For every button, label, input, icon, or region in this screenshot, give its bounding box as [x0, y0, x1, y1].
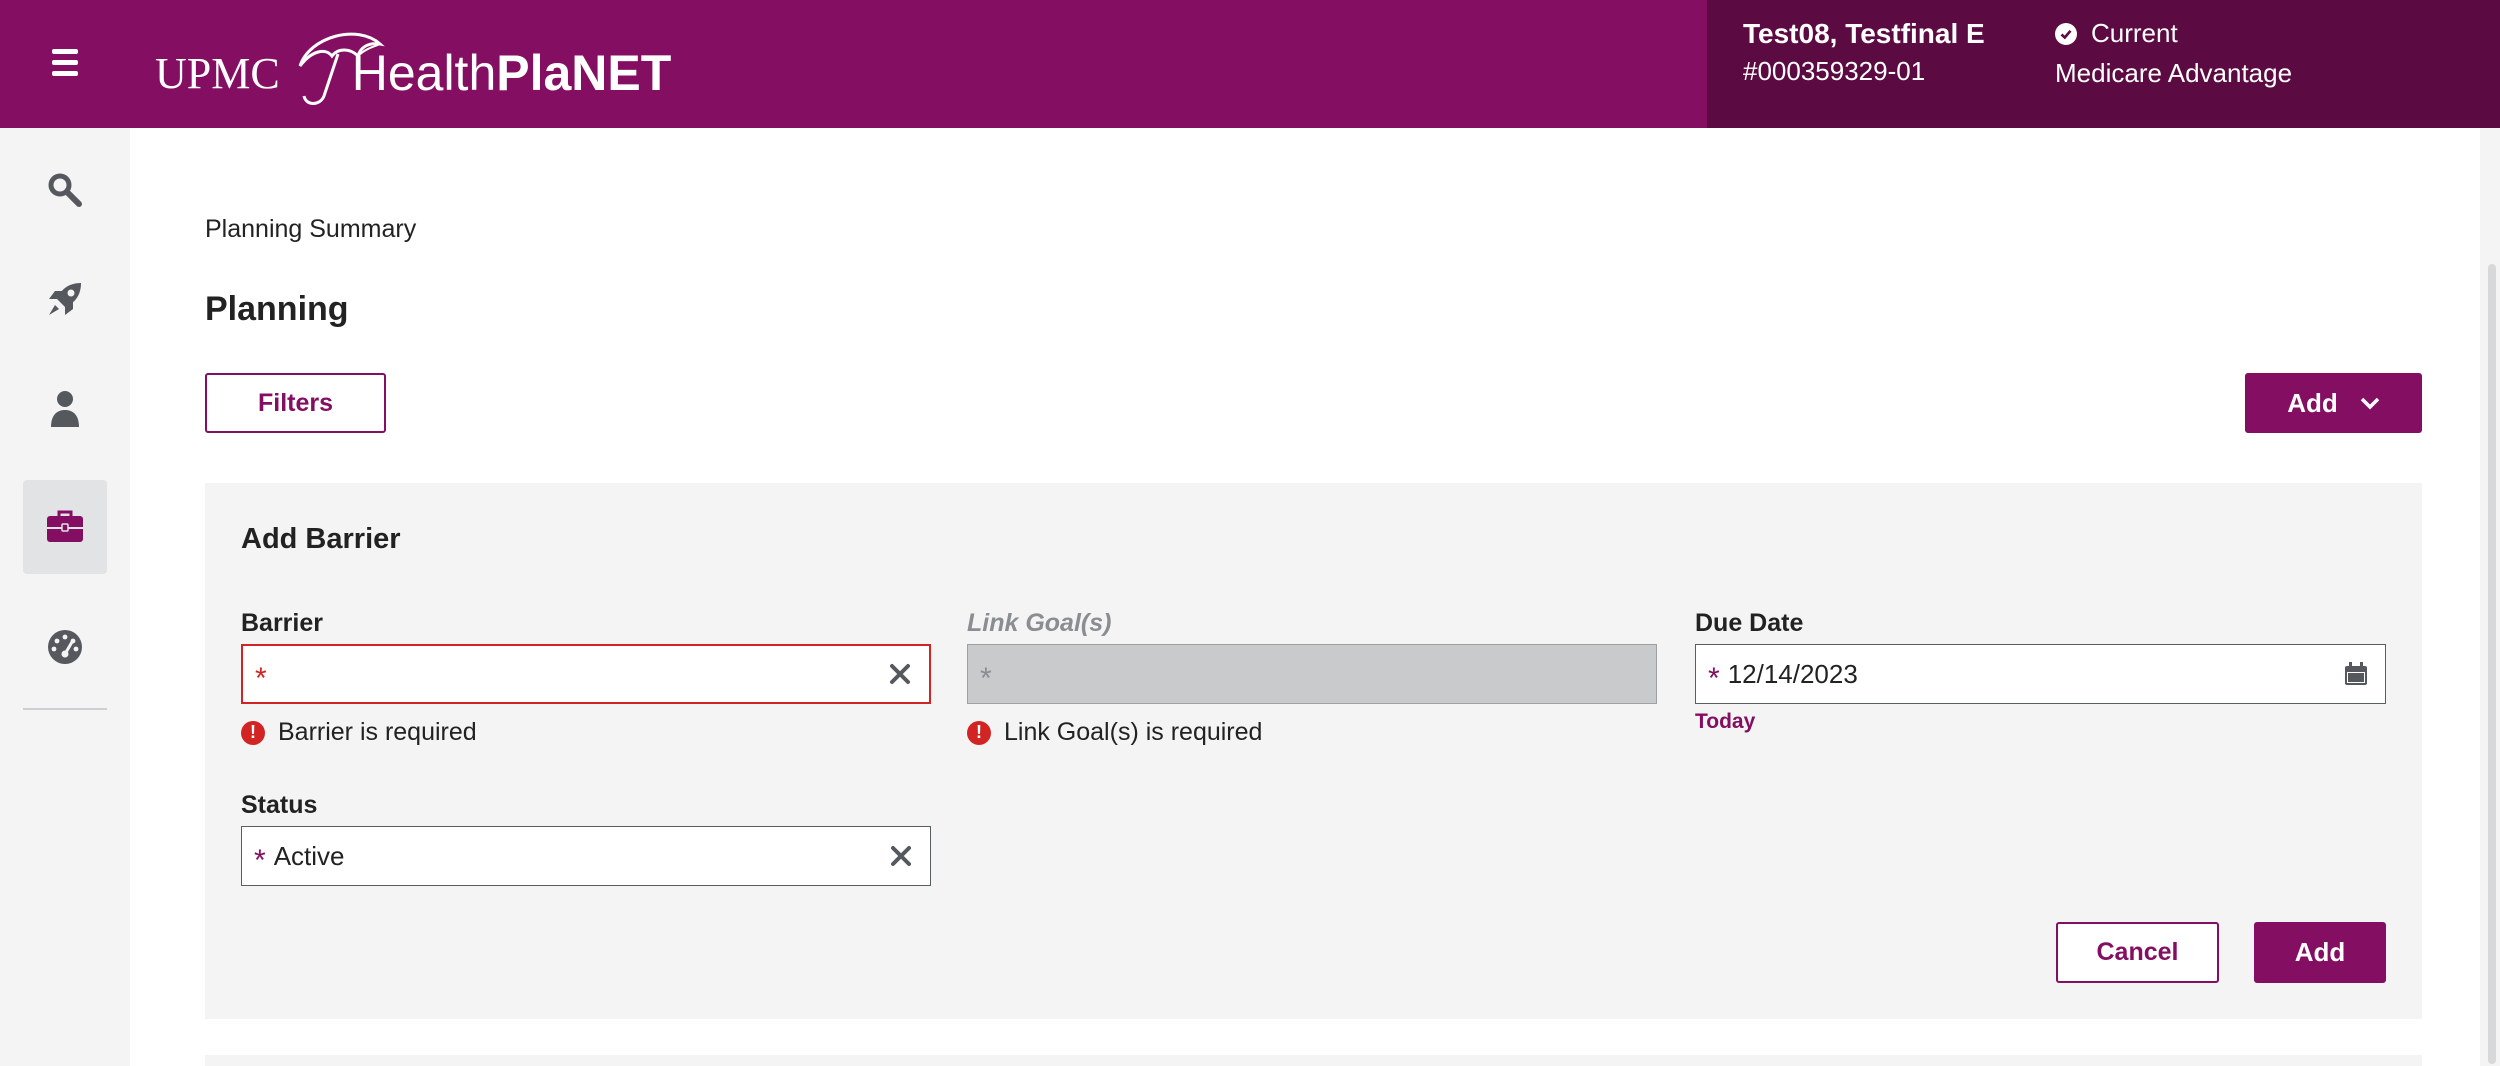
required-asterisk: * [1708, 662, 1720, 695]
sidebar-item-search[interactable] [23, 143, 107, 237]
barrier-error-text: Barrier is required [278, 718, 477, 746]
add-barrier-submit-button[interactable]: Add [2254, 922, 2386, 983]
error-icon: ! [967, 720, 991, 745]
barrier-field[interactable]: * [241, 644, 931, 704]
logo-health-text: Health [351, 45, 497, 101]
add-dropdown-label: Add [2287, 387, 2338, 418]
scrollbar-thumb[interactable] [2488, 264, 2496, 1064]
filters-button[interactable]: Filters [205, 373, 386, 433]
status-field[interactable]: * Active [241, 826, 931, 886]
logo-planet-text: PlaNET [496, 45, 672, 101]
member-info-panel: Test08, Testfinal E #000359329-01 Curren… [1707, 0, 2500, 128]
dashboard-gauge-icon [48, 630, 82, 664]
due-date-value[interactable]: 12/14/2023 [1728, 659, 2331, 690]
sidebar-item-care-management[interactable] [23, 480, 107, 574]
app-header: UPMC Health PlaNET Test08, Testfinal E #… [0, 0, 2500, 128]
person-icon [51, 391, 79, 427]
link-goals-error-text: Link Goal(s) is required [1004, 718, 1263, 746]
required-asterisk: * [980, 662, 992, 695]
page-title: Planning [205, 290, 349, 328]
rocket-icon [49, 283, 81, 315]
sidebar-nav [0, 128, 130, 1066]
error-icon: ! [241, 720, 265, 745]
clear-barrier-icon[interactable] [875, 649, 925, 699]
add-barrier-panel: Add Barrier Barrier * ! Barrier is requi… [205, 483, 2422, 1019]
due-date-label: Due Date [1695, 609, 1804, 637]
member-status-text: Current [2091, 18, 2178, 48]
member-plan: Medicare Advantage [2055, 58, 2293, 88]
barrier-error: ! Barrier is required [241, 718, 477, 747]
sidebar-item-member[interactable] [23, 362, 107, 456]
sidebar-item-rocket[interactable] [23, 252, 107, 346]
calendar-icon[interactable] [2331, 649, 2381, 699]
sidebar-divider [23, 708, 107, 710]
member-id: #000359329-01 [1743, 56, 1926, 86]
link-goals-label: Link Goal(s) [967, 609, 1112, 637]
required-asterisk: * [255, 662, 267, 695]
breadcrumb[interactable]: Planning Summary [205, 215, 416, 244]
add-barrier-title: Add Barrier [241, 523, 401, 555]
hamburger-menu-icon[interactable] [40, 40, 90, 84]
member-status: Current [2055, 18, 2178, 49]
clear-status-icon[interactable] [876, 831, 926, 881]
page-scrollbar[interactable] [2480, 128, 2500, 1066]
today-link[interactable]: Today [1695, 710, 1755, 734]
required-asterisk: * [254, 844, 266, 877]
search-icon [48, 173, 82, 207]
status-label: Status [241, 791, 318, 819]
link-goals-error: ! Link Goal(s) is required [967, 718, 1262, 747]
chevron-down-icon [2360, 397, 2380, 410]
link-goals-field: * [967, 644, 1657, 704]
due-date-field[interactable]: * 12/14/2023 [1695, 644, 2386, 704]
briefcase-icon [47, 510, 83, 542]
sidebar-item-dashboard[interactable] [23, 600, 107, 694]
status-value[interactable]: Active [274, 841, 876, 872]
logo-upmc-text: UPMC [155, 49, 280, 98]
cancel-button[interactable]: Cancel [2056, 922, 2219, 983]
member-name[interactable]: Test08, Testfinal E [1743, 18, 1985, 50]
add-dropdown-button[interactable]: Add [2245, 373, 2422, 433]
barrier-label: Barrier [241, 609, 323, 637]
check-circle-icon [2055, 22, 2077, 45]
next-section-panel [205, 1055, 2422, 1066]
upmc-healthplanet-logo[interactable]: UPMC Health PlaNET [155, 18, 671, 110]
